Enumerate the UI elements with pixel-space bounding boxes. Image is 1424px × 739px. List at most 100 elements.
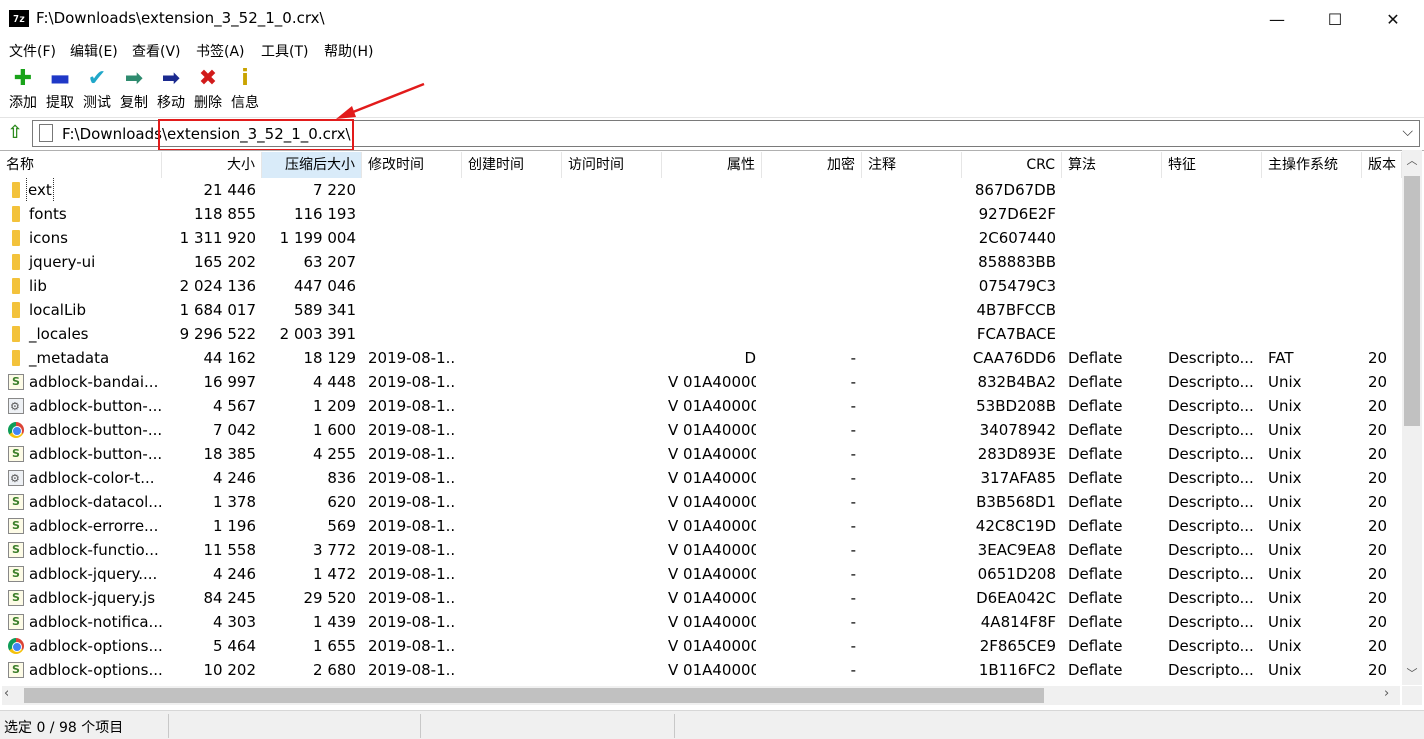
table-row[interactable]: adblock-jquery.... 4 246 1 472 2019-08-1...… [0,562,1400,586]
cell-version: 20 [1368,445,1388,463]
cell-packed-size: 63 207 [303,253,357,271]
file-name: adblock-options... [29,637,162,655]
cell-size: 44 162 [203,349,257,367]
table-row[interactable]: _metadata 44 162 18 129 2019-08-1... D - CAA76… [0,346,1400,370]
header-col-modified[interactable]: 修改时间 [362,152,462,178]
cell-attributes [668,202,756,226]
table-row[interactable]: adblock-button-... 7 042 1 600 2019-08-1...… [0,418,1400,442]
header-col-attributes[interactable]: 属性 [662,152,762,178]
delete-icon: ✖ [198,66,218,91]
table-row[interactable]: icons 1 311 920 1 199 004 2C607440 [0,226,1400,250]
scroll-right-icon[interactable]: › [1384,686,1389,701]
toolbar-info-button[interactable]: i 信息 [226,66,264,116]
header-col-comment[interactable]: 注释 [862,152,962,178]
cell-modified [368,226,456,250]
cell-method: Deflate [1068,661,1123,679]
table-row[interactable]: adblock-button-... 18 385 4 255 2019-08-1..… [0,442,1400,466]
file-name: _metadata [29,349,110,367]
table-row[interactable]: jquery-ui 165 202 63 207 858883BB [0,250,1400,274]
status-bar: 选定 0 / 98 个项目 [0,710,1424,739]
cell-encrypted [768,202,856,226]
table-row[interactable]: adblock-options... 5 464 1 655 2019-08-1...… [0,634,1400,658]
cell-host-os [1268,322,1356,346]
header-col-encrypted[interactable]: 加密 [762,152,862,178]
table-row[interactable]: adblock-options... 10 202 2 680 2019-08-1..… [0,658,1400,682]
header-col-host-os[interactable]: 主操作系统 [1262,152,1362,178]
cell-method: Deflate [1068,565,1123,583]
cell-attributes [668,322,756,346]
header-col-packed-size[interactable]: 压缩后大小 [262,152,362,178]
cell-version: 20 [1368,613,1388,631]
table-row[interactable]: adblock-jquery.js 84 245 29 520 2019-08-1..… [0,586,1400,610]
header-col-size[interactable]: 大小 [162,152,262,178]
minimize-button[interactable]: — [1248,0,1306,38]
header-col-accessed[interactable]: 访问时间 [562,152,662,178]
cell-size: 1 311 920 [179,229,256,247]
table-row[interactable]: adblock-button-... 4 567 1 209 2019-08-1...… [0,394,1400,418]
horizontal-scrollbar[interactable]: ‹ › [2,686,1400,705]
horizontal-scroll-thumb[interactable] [24,688,1044,703]
cell-encrypted: - [850,373,856,391]
cell-encrypted: - [850,613,856,631]
table-row[interactable]: adblock-color-t... 4 246 836 2019-08-1... V … [0,466,1400,490]
file-name: adblock-bandai... [29,373,159,391]
menu-view[interactable]: 查看(V) [132,41,181,61]
header-col-created[interactable]: 创建时间 [462,152,562,178]
menu-edit[interactable]: 编辑(E) [70,41,118,61]
cell-modified: 2019-08-1... [368,397,456,415]
table-row[interactable]: ext 21 446 7 220 867D67DB [0,178,1400,202]
cell-characteristics: Descripto... [1168,589,1254,607]
menu-bookmarks[interactable]: 书签(A) [196,41,245,61]
scroll-left-icon[interactable]: ‹ [4,686,9,701]
chevron-down-icon[interactable]: ⌵ [1402,124,1413,140]
cell-attributes: V 01A40000 [668,565,756,583]
cell-crc: 4A814F8F [980,613,1056,631]
close-button[interactable]: ✕ [1364,0,1422,38]
table-row[interactable]: fonts 118 855 116 193 927D6E2F [0,202,1400,226]
vertical-scroll-thumb[interactable] [1404,176,1420,426]
table-row[interactable]: adblock-functio... 11 558 3 772 2019-08-1..… [0,538,1400,562]
folder-icon [12,182,20,198]
cell-attributes: D [744,349,756,367]
cell-crc: 867D67DB [974,181,1056,199]
header-col-name[interactable]: 名称 [0,152,162,178]
header-col-version[interactable]: 版本 [1362,152,1402,178]
cell-attributes: V 01A40000 [668,397,756,415]
script-file-icon [8,658,24,682]
table-row[interactable]: adblock-datacol... 1 378 620 2019-08-1... V … [0,490,1400,514]
cell-host-os: Unix [1268,589,1302,607]
copy-icon: ➡ [124,66,144,91]
table-row[interactable]: lib 2 024 136 447 046 075479C3 [0,274,1400,298]
menu-help[interactable]: 帮助(H) [324,41,373,61]
folder-icon [12,278,20,294]
scroll-down-icon[interactable]: ﹀ [1402,665,1422,683]
cell-version: 20 [1368,589,1388,607]
cell-encrypted: - [850,661,856,679]
scroll-up-icon[interactable]: ︿ [1402,152,1422,170]
vertical-scrollbar[interactable]: ︿ ﹀ [1402,150,1422,685]
cell-name: adblock-color-t... [0,466,162,490]
cell-crc: 832B4BA2 [977,373,1056,391]
cell-packed-size: 620 [327,493,356,511]
menu-bar: 文件(F) 编辑(E) 查看(V) 书签(A) 工具(T) 帮助(H) [0,38,1424,62]
header-col-method[interactable]: 算法 [1062,152,1162,178]
table-row[interactable]: localLib 1 684 017 589 341 4B7BFCCB [0,298,1400,322]
cell-modified: 2019-08-1... [368,349,456,367]
table-row[interactable]: adblock-errorre... 1 196 569 2019-08-1... V … [0,514,1400,538]
menu-tools[interactable]: 工具(T) [261,41,308,61]
cell-packed-size: 3 772 [313,541,356,559]
cell-packed-size: 4 255 [313,445,356,463]
table-row[interactable]: _locales 9 296 522 2 003 391 FCA7BACE [0,322,1400,346]
file-list[interactable]: 名称 大小 压缩后大小 修改时间 创建时间 访问时间 属性 加密 注释 CRC 算法 特征 主操作系统版… [0,150,1424,708]
cell-name: adblock-button-... [0,418,162,442]
table-row[interactable]: adblock-bandai... 16 997 4 448 2019-08-1...… [0,370,1400,394]
cell-name: adblock-functio... [0,538,162,562]
menu-file[interactable]: 文件(F) [9,41,56,61]
info-icon: i [241,66,249,91]
cell-modified: 2019-08-1... [368,493,456,511]
maximize-button[interactable]: ☐ [1306,0,1364,38]
table-row[interactable]: adblock-notifica... 4 303 1 439 2019-08-1..… [0,610,1400,634]
header-col-characteristics[interactable]: 特征 [1162,152,1262,178]
header-col-crc[interactable]: CRC [962,152,1062,178]
up-folder-icon[interactable]: ⇧ [5,123,25,143]
